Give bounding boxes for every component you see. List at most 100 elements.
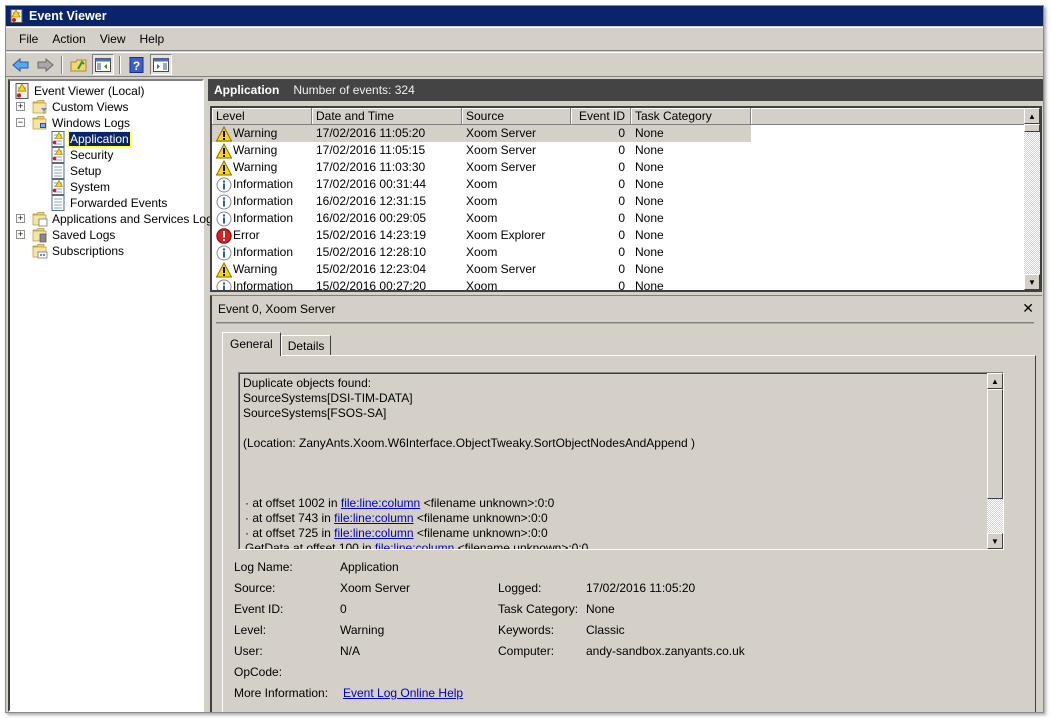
- back-button[interactable]: [10, 54, 32, 75]
- event-row[interactable]: Information 15/02/2016 12:28:10 Xoom 0 None: [212, 244, 751, 261]
- source-cell: Xoom: [466, 279, 498, 292]
- file-line-column-link[interactable]: file:line:column: [334, 526, 413, 540]
- event-id-cell: 0: [618, 245, 625, 259]
- event-log-online-help-link[interactable]: Event Log Online Help: [343, 686, 463, 700]
- level-text: Warning: [233, 143, 278, 157]
- stack-trace-line: GetData at offset 100 in file:line:colum…: [243, 541, 983, 549]
- event-id-cell: 0: [618, 211, 625, 225]
- menu-help[interactable]: Help: [133, 32, 172, 46]
- event-row[interactable]: Warning 17/02/2016 11:05:20 Xoom Server 0 No…: [212, 125, 751, 142]
- information-icon: [216, 245, 232, 261]
- help-icon: ?: [129, 56, 144, 73]
- close-icon[interactable]: ✕: [1022, 300, 1034, 317]
- tree-label: Applications and Services Logs: [52, 212, 219, 226]
- title-bar[interactable]: Event Viewer: [6, 6, 1043, 26]
- show-hide-action-pane-button[interactable]: [150, 54, 172, 75]
- event-row[interactable]: Error 15/02/2016 14:23:19 Xoom Explorer 0 No…: [212, 227, 751, 244]
- tree-item-system[interactable]: System: [50, 179, 111, 195]
- log-warning-icon: [50, 131, 66, 147]
- description-scrollbar[interactable]: ▲ ▼: [987, 373, 1003, 549]
- event-id-cell: 0: [618, 160, 625, 174]
- file-line-column-link[interactable]: file:line:column: [341, 496, 420, 510]
- events-scrollbar[interactable]: ▲ ▼: [1024, 108, 1040, 290]
- description-line: [243, 481, 983, 496]
- level-label: Level:: [234, 623, 267, 637]
- help-button[interactable]: ?: [126, 54, 148, 75]
- tab-details[interactable]: Details: [280, 335, 332, 356]
- tree-item-applications-and-services-logs[interactable]: + Applications and Services Logs: [16, 211, 220, 227]
- source-cell: Xoom Server: [466, 143, 537, 157]
- column-header-event-id[interactable]: Event ID: [571, 108, 631, 125]
- tree-item-forwarded-events[interactable]: Forwarded Events: [50, 195, 168, 211]
- logged-label: Logged:: [498, 581, 542, 595]
- forward-button[interactable]: [34, 54, 56, 75]
- collapse-icon[interactable]: −: [16, 118, 25, 127]
- stack-suffix: <filename unknown>:0:0: [413, 526, 548, 540]
- date-time-cell: 15/02/2016 14:23:19: [316, 228, 427, 242]
- warning-icon: [215, 261, 233, 278]
- up-folder-button[interactable]: [68, 54, 90, 75]
- tree-label: Saved Logs: [52, 228, 116, 242]
- level-cell: Warning: [212, 125, 312, 142]
- tree-item-custom-views[interactable]: + Custom Views: [16, 99, 129, 115]
- event-id-value: 0: [340, 602, 347, 616]
- column-header-filler: [751, 108, 1028, 125]
- description-line: SourceSystems[FSOS-SA]: [243, 406, 387, 420]
- tree-item-security[interactable]: Security: [50, 147, 114, 163]
- tree-item-application[interactable]: Application: [50, 131, 131, 147]
- file-line-column-link[interactable]: file:line:column: [375, 541, 454, 549]
- stack-trace-line: · at offset 743 in file:line:column <fil…: [243, 511, 983, 526]
- tree-item-subscriptions[interactable]: Subscriptions: [32, 243, 125, 259]
- scroll-down-button[interactable]: ▼: [1024, 274, 1040, 290]
- task-category-cell: None: [631, 125, 751, 142]
- expand-icon[interactable]: +: [16, 214, 25, 223]
- console-tree-icon: [95, 57, 111, 72]
- expand-icon[interactable]: +: [16, 102, 25, 111]
- arrow-left-icon: [12, 57, 29, 72]
- scroll-up-button[interactable]: ▲: [1024, 108, 1040, 124]
- level-cell: Warning: [212, 261, 312, 278]
- event-row[interactable]: Warning 17/02/2016 11:03:30 Xoom Server 0 No…: [212, 159, 751, 176]
- tree-item-event-viewer-local[interactable]: Event Viewer (Local): [14, 83, 146, 99]
- scroll-thumb[interactable]: [987, 389, 1003, 499]
- stack-trace-line: · at offset 725 in file:line:column <fil…: [243, 526, 983, 541]
- error-icon: [216, 227, 232, 244]
- event-row[interactable]: Information 16/02/2016 00:29:05 Xoom 0 None: [212, 210, 751, 227]
- menu-view[interactable]: View: [93, 32, 133, 46]
- toolbar-separator: [61, 55, 63, 74]
- source-cell: Xoom Server: [462, 125, 571, 142]
- event-id-cell: 0: [618, 262, 625, 276]
- file-line-column-link[interactable]: file:line:column: [334, 511, 413, 525]
- menu-file[interactable]: File: [12, 32, 45, 46]
- event-row[interactable]: Warning 17/02/2016 11:05:15 Xoom Server 0 No…: [212, 142, 751, 159]
- level-cell: Warning: [212, 159, 312, 176]
- column-header-source[interactable]: Source: [462, 108, 571, 125]
- svg-text:?: ?: [133, 59, 140, 73]
- column-header-level[interactable]: Level: [212, 108, 312, 125]
- tree-item-windows-logs[interactable]: − Windows Logs: [16, 115, 131, 131]
- level-text: Information: [233, 177, 294, 191]
- logged-value: 17/02/2016 11:05:20: [586, 581, 696, 595]
- scroll-down-button[interactable]: ▼: [987, 533, 1003, 549]
- menu-action[interactable]: Action: [45, 32, 92, 46]
- stack-suffix: <filename unknown>:0:0: [420, 496, 555, 510]
- tree-item-setup[interactable]: Setup: [50, 163, 102, 179]
- scroll-thumb[interactable]: [1024, 124, 1040, 132]
- level-cell: Information: [212, 193, 312, 210]
- information-icon: [216, 211, 232, 227]
- tree-item-saved-logs[interactable]: + Saved Logs: [16, 227, 116, 243]
- column-header-task-category[interactable]: Task Category: [631, 108, 751, 125]
- event-row[interactable]: Information 16/02/2016 12:31:15 Xoom 0 None: [212, 193, 751, 210]
- event-row[interactable]: Warning 15/02/2016 12:23:04 Xoom Server 0 No…: [212, 261, 751, 278]
- expand-icon[interactable]: +: [16, 230, 25, 239]
- event-row[interactable]: Information 17/02/2016 00:31:44 Xoom 0 None: [212, 176, 751, 193]
- event-row[interactable]: Information 15/02/2016 00:27:20 Xoom 0 None: [212, 278, 751, 292]
- information-icon: [216, 177, 232, 193]
- event-description-box[interactable]: Duplicate objects found: SourceSystems[DS…: [238, 372, 1004, 550]
- tab-general[interactable]: General: [222, 332, 281, 356]
- column-header-date-time[interactable]: Date and Time: [312, 108, 462, 125]
- stack-prefix: at offset 725 in: [249, 526, 335, 540]
- scroll-up-button[interactable]: ▲: [987, 373, 1003, 389]
- show-hide-console-tree-button[interactable]: [92, 54, 114, 75]
- log-icon: [50, 195, 66, 211]
